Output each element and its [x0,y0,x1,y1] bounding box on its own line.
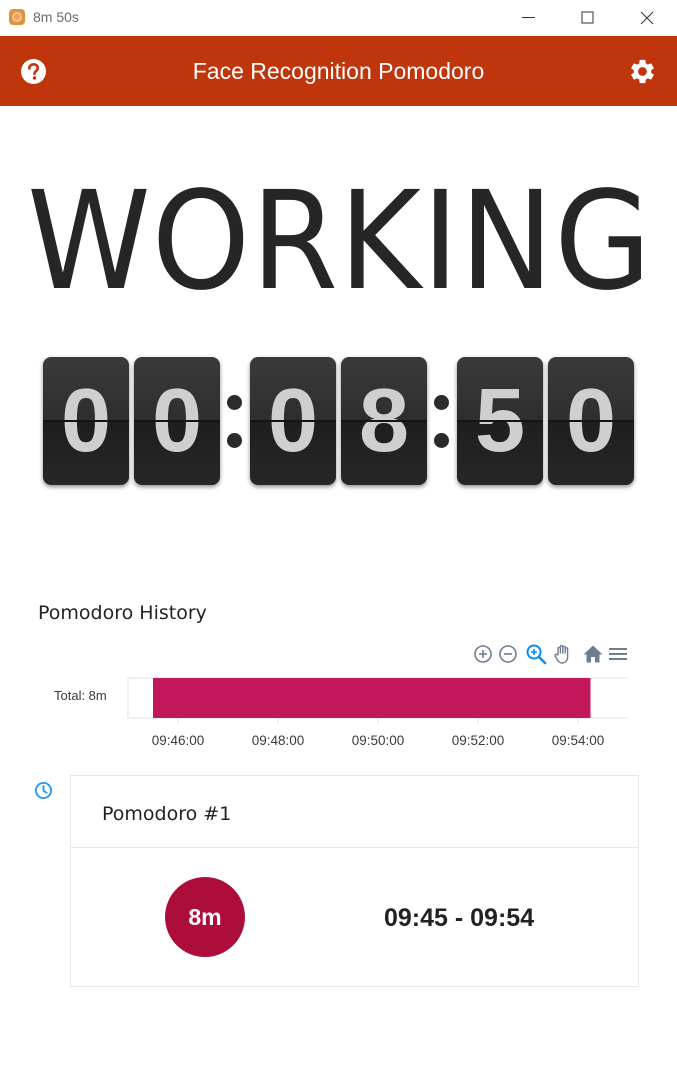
history-bar [153,678,591,718]
card-header: Pomodoro #1 [71,776,638,848]
settings-button[interactable] [628,57,657,86]
timer-digit-seconds-tens: 5 [457,357,543,485]
history-chart-svg: Total: 8m 09:46:00 09:48:00 09:50:00 09:52:0… [54,677,628,748]
menu-icon [609,648,627,660]
close-button[interactable] [618,0,676,36]
minimize-icon [522,17,535,18]
magnifier-icon [526,644,547,665]
chart-x-tick-label: 09:48:00 [252,733,305,748]
app-title: Face Recognition Pomodoro [192,58,485,84]
gear-icon [631,59,654,84]
pomodoro-title: Pomodoro #1 [102,803,232,825]
close-icon [640,11,654,25]
countdown-timer: 0 0 0 8 5 0 [0,357,677,487]
app-header: Face Recognition Pomodoro [0,36,677,106]
app-icon [9,9,25,25]
history-title: Pomodoro History [38,602,207,624]
status-label: WORKING [27,163,653,321]
timer-digit-hours-tens: 0 [43,357,129,485]
help-circle-icon [21,59,46,84]
chart-x-tick-label: 09:50:00 [352,733,405,748]
minimize-button[interactable] [500,0,558,36]
zoom-in-button[interactable] [472,643,494,665]
window-title: 8m 50s [33,9,79,25]
maximize-icon [581,11,594,24]
chart-x-tick-label: 09:46:00 [152,733,205,748]
help-button[interactable] [20,58,47,85]
timer-separator [431,357,451,485]
maximize-button[interactable] [559,0,617,36]
pan-button[interactable] [552,643,574,665]
chart-menu-button[interactable] [607,643,629,665]
zoom-in-icon [474,645,492,663]
pomodoro-card: Pomodoro #1 8m 09:45 - 09:54 [70,775,639,987]
timeline-clock-icon [34,781,53,800]
time-range: 09:45 - 09:54 [384,904,535,932]
chart-x-tick-label: 09:52:00 [452,733,505,748]
window-titlebar: 8m 50s [0,0,677,36]
selection-zoom-button[interactable] [525,643,547,665]
clock-icon [35,782,52,799]
timer-digit-hours-ones: 0 [134,357,220,485]
chart-toolbar [472,643,632,667]
home-icon [583,645,603,663]
duration-badge: 8m [165,877,245,957]
history-chart: Total: 8m 09:46:00 09:48:00 09:50:00 09:52:0… [40,670,640,760]
timer-digit-minutes-tens: 0 [250,357,336,485]
timer-separator [224,357,244,485]
pan-hand-icon [554,644,569,664]
timer-digit-seconds-ones: 0 [548,357,634,485]
zoom-out-button[interactable] [497,643,519,665]
timer-digit-minutes-ones: 8 [341,357,427,485]
chart-category-label: Total: 8m [54,688,107,703]
reset-zoom-button[interactable] [582,643,604,665]
zoom-out-icon [499,645,517,663]
chart-x-tick-label: 09:54:00 [552,733,605,748]
